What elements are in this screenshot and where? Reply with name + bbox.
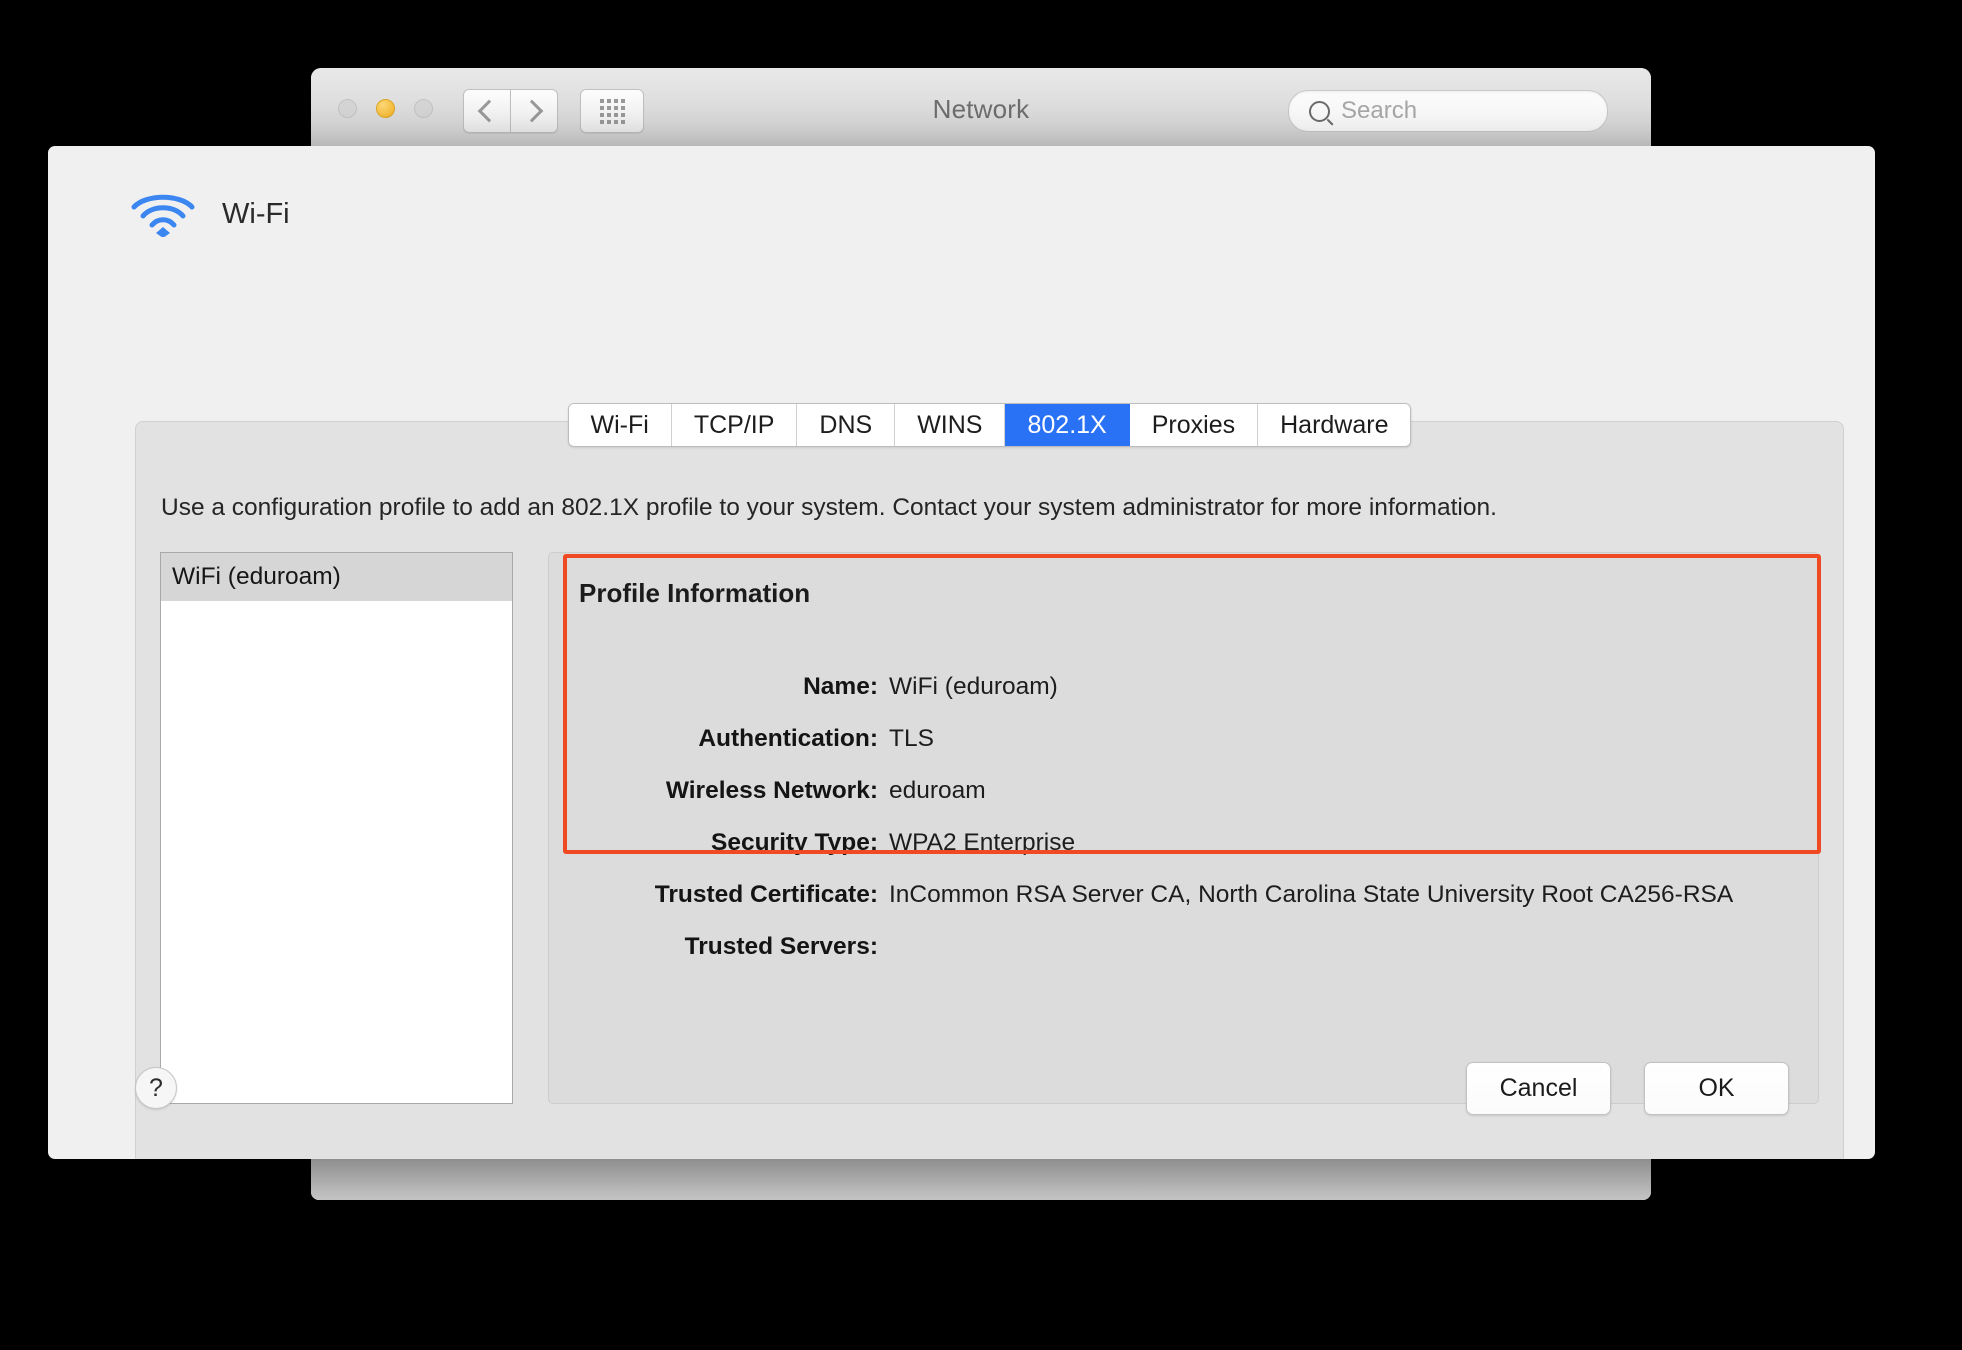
profile-information-panel: Profile Information Name: WiFi (eduroam)… <box>548 552 1819 1104</box>
search-placeholder: Search <box>1341 97 1418 124</box>
row-value-authentication: TLS <box>889 725 934 752</box>
row-value-wireless-network: eduroam <box>889 777 986 804</box>
wifi-icon <box>131 194 195 237</box>
table-row: Trusted Servers: <box>549 933 1818 985</box>
row-label-wireless-network: Wireless Network: <box>665 777 878 804</box>
sheet-header: Wi-Fi <box>130 191 290 237</box>
table-row: Authentication: TLS <box>549 725 1818 777</box>
table-row: Trusted Certificate: InCommon RSA Server… <box>549 881 1818 933</box>
settings-panel: Wi-Fi TCP/IP DNS WINS 802.1X Proxies Har… <box>135 403 1844 1159</box>
window-titlebar: Network Search <box>311 68 1651 150</box>
tab-bar: Wi-Fi TCP/IP DNS WINS 802.1X Proxies Har… <box>567 403 1412 447</box>
list-item[interactable]: WiFi (eduroam) <box>161 553 512 601</box>
row-label-name: Name: <box>803 673 878 700</box>
search-field[interactable]: Search <box>1288 90 1608 132</box>
panel-description: Use a configuration profile to add an 80… <box>161 494 1497 521</box>
row-label-trusted-servers: Trusted Servers: <box>684 933 878 960</box>
search-icon <box>1309 100 1330 122</box>
tab-wins[interactable]: WINS <box>895 404 1006 446</box>
profile-list[interactable]: WiFi (eduroam) <box>160 552 513 1104</box>
profile-information-title: Profile Information <box>579 578 811 608</box>
tab-tcpip[interactable]: TCP/IP <box>671 404 798 446</box>
tab-8021x[interactable]: 802.1X <box>1005 404 1130 446</box>
wifi-8021x-sheet: Wi-Fi Wi-Fi TCP/IP DNS WINS 802.1X Proxi… <box>48 146 1875 1159</box>
table-row: Wireless Network: eduroam <box>549 777 1818 829</box>
row-value-security-type: WPA2 Enterprise <box>889 829 1076 856</box>
row-value-trusted-certificate: InCommon RSA Server CA, North Carolina S… <box>889 881 1734 908</box>
table-row: Security Type: WPA2 Enterprise <box>549 829 1818 881</box>
sheet-footer-buttons: Cancel OK <box>1466 1062 1789 1115</box>
row-label-authentication: Authentication: <box>698 725 878 752</box>
row-label-trusted-certificate: Trusted Certificate: <box>654 881 878 908</box>
tab-dns[interactable]: DNS <box>797 404 896 446</box>
ok-button[interactable]: OK <box>1644 1062 1789 1115</box>
table-row: Name: WiFi (eduroam) <box>549 673 1818 725</box>
tab-wifi[interactable]: Wi-Fi <box>568 404 672 446</box>
cancel-button[interactable]: Cancel <box>1466 1062 1611 1115</box>
tab-hardware[interactable]: Hardware <box>1258 404 1411 446</box>
screen: Network Search Wi-Fi Wi-Fi TCP/IP DNS WI… <box>0 0 1962 1350</box>
row-label-security-type: Security Type: <box>710 829 878 856</box>
sheet-header-label: Wi-Fi <box>222 197 290 230</box>
tab-proxies[interactable]: Proxies <box>1129 404 1259 446</box>
profile-information-rows: Name: WiFi (eduroam) Authentication: TLS… <box>549 673 1818 985</box>
help-button[interactable]: ? <box>135 1067 177 1109</box>
row-value-name: WiFi (eduroam) <box>889 673 1058 700</box>
